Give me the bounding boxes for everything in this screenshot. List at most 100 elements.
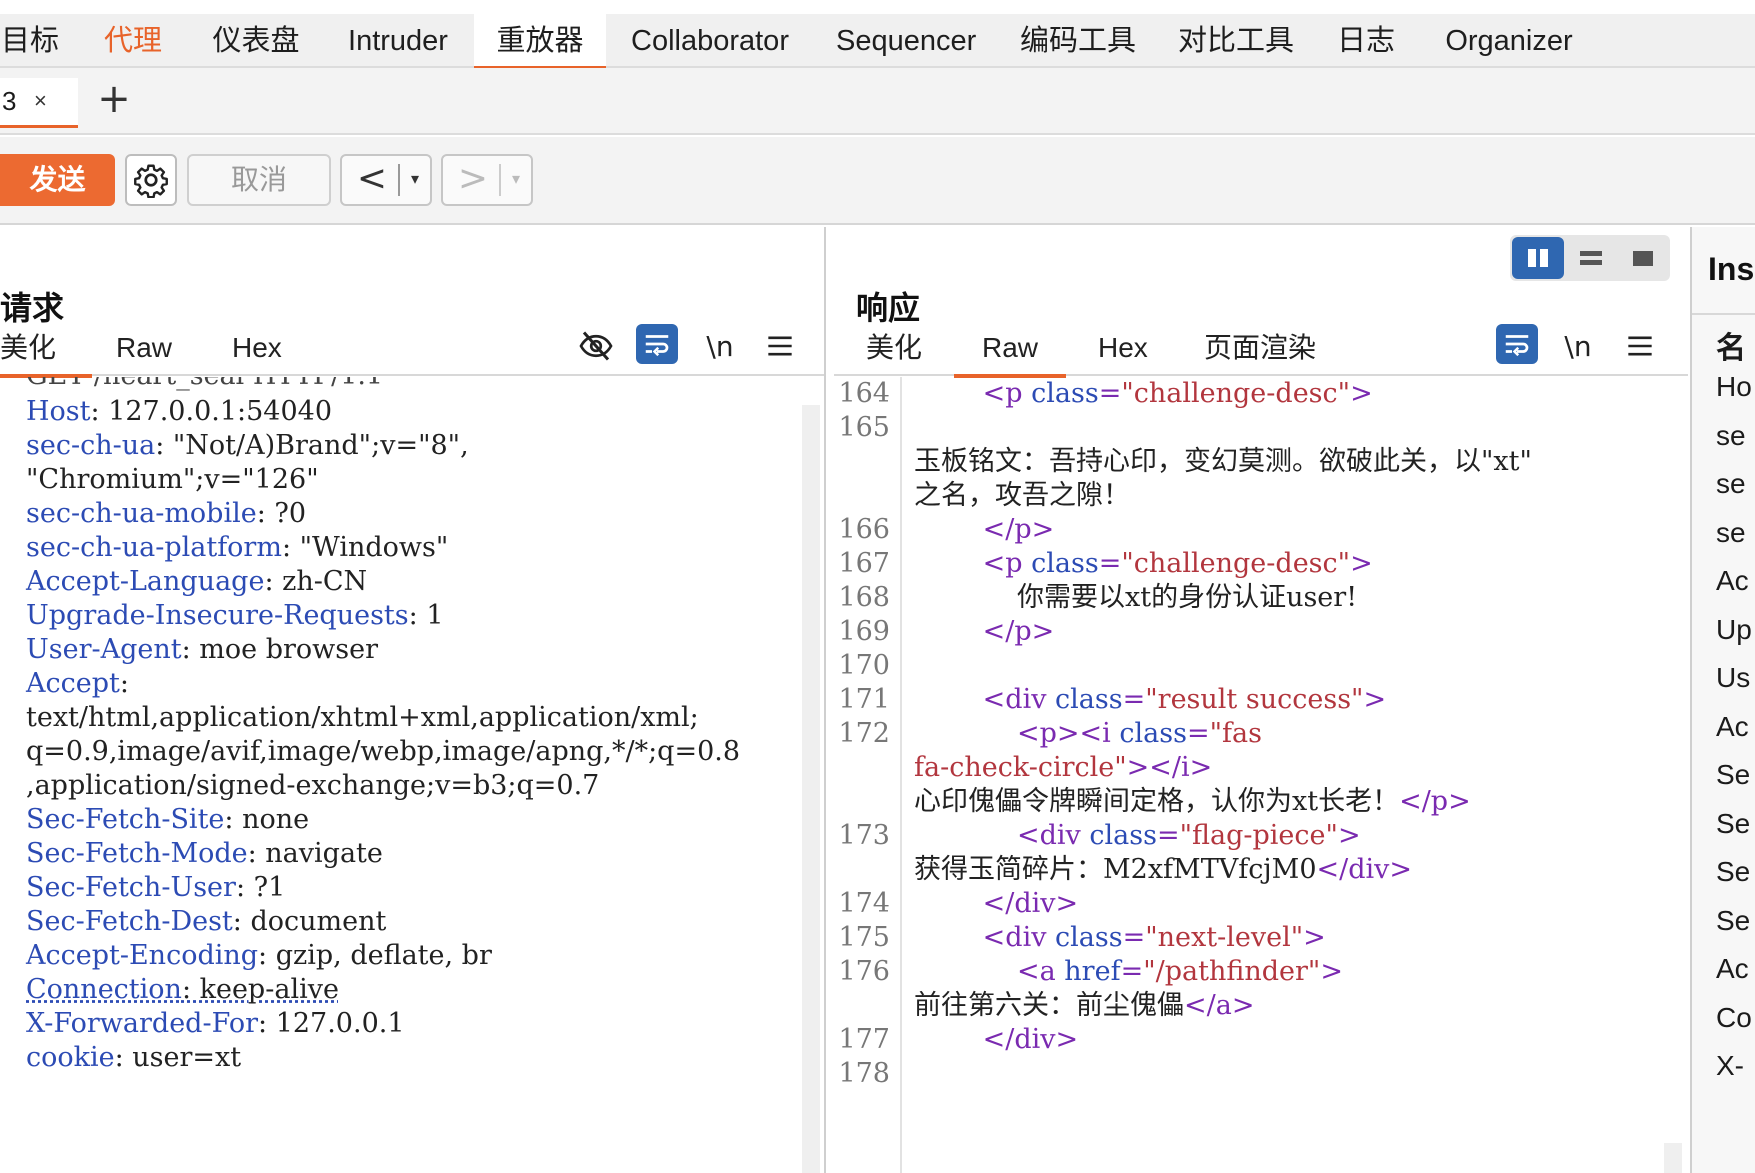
markup-token: <div xyxy=(914,820,1090,851)
request-editor[interactable]: GET /heart_seal HTTP/1.1 Host: 127.0.0.1… xyxy=(0,377,800,1173)
layout-split-icon[interactable] xyxy=(1512,237,1564,279)
repeater-tab-3[interactable]: 3 × xyxy=(0,78,78,128)
add-tab-icon[interactable]: + xyxy=(96,79,132,120)
request-header-line: sec-ch-ua-mobile: ?0 xyxy=(26,497,306,531)
tab-raw[interactable]: Raw xyxy=(953,322,1067,378)
wrap-icon[interactable] xyxy=(636,324,678,364)
line-content: <div class="flag-piece"> xyxy=(914,819,1361,853)
markup-token: > xyxy=(1320,956,1343,987)
request-header-line: Sec-Fetch-User: ?1 xyxy=(26,871,285,905)
layout-rows-icon[interactable] xyxy=(1566,237,1616,279)
line-number: 170 xyxy=(838,650,890,681)
newline-toggle[interactable]: \n xyxy=(1558,326,1598,366)
response-scrollbar[interactable] xyxy=(1664,1143,1682,1173)
menu-icon[interactable] xyxy=(760,326,800,366)
tab-collaborator[interactable]: Collaborator xyxy=(630,14,790,68)
line-content: <p class="challenge-desc"> xyxy=(914,377,1373,411)
line-number: 177 xyxy=(838,1024,890,1055)
line-content: </p> xyxy=(914,615,1055,649)
eye-off-icon[interactable] xyxy=(576,326,616,366)
chevron-down-icon[interactable]: ▾ xyxy=(505,156,527,204)
markup-token: <a xyxy=(914,956,1065,987)
header-name: sec-ch-ua-platform xyxy=(26,532,282,563)
markup-token: "result success" xyxy=(1145,684,1364,715)
inspector-column-header: 名 xyxy=(1716,332,1746,365)
chevron-left-icon: < xyxy=(356,158,388,199)
response-line: 166 </p> xyxy=(834,513,1664,547)
line-content: </div> xyxy=(914,887,1079,921)
tab-comparer[interactable]: 对比工具 xyxy=(1178,14,1294,68)
tab-raw[interactable]: Raw xyxy=(116,322,172,376)
inspector-item[interactable]: Se xyxy=(1716,856,1750,888)
tab-sequencer[interactable]: Sequencer xyxy=(836,14,976,68)
header-value: : "Windows" xyxy=(281,532,449,563)
header-value: : moe browser xyxy=(181,634,379,665)
tab-logger[interactable]: 日志 xyxy=(1336,14,1396,68)
divider xyxy=(398,164,400,196)
text-token: 你需要以xt的身份认证user! xyxy=(914,582,1358,613)
inspector-item[interactable]: Ac xyxy=(1716,953,1749,985)
newline-toggle[interactable]: \n xyxy=(700,326,740,366)
chevron-down-icon[interactable]: ▾ xyxy=(404,156,426,204)
markup-token: class xyxy=(1055,922,1123,953)
menu-icon[interactable] xyxy=(1620,326,1660,366)
tab-target[interactable]: 目标 xyxy=(0,14,60,68)
tab-hex[interactable]: Hex xyxy=(1098,322,1148,376)
response-line: 173 <div class="flag-piece"> xyxy=(834,819,1664,853)
inspector-item[interactable]: Se xyxy=(1716,905,1750,937)
request-header-line: sec-ch-ua: "Not/A)Brand";v="8", xyxy=(26,429,469,463)
wrap-icon[interactable] xyxy=(1496,324,1538,364)
tab-intruder[interactable]: Intruder xyxy=(346,14,450,68)
tab-organizer[interactable]: Organizer xyxy=(1444,14,1574,68)
inspector-item[interactable]: X- xyxy=(1716,1050,1744,1082)
header-value: q=0.9,image/avif,image/webp,image/apng,*… xyxy=(26,736,741,767)
inspector-item[interactable]: se xyxy=(1716,468,1746,500)
inspector-item[interactable]: se xyxy=(1716,420,1746,452)
markup-token: class xyxy=(1031,548,1099,579)
inspector-item[interactable]: Se xyxy=(1716,759,1750,791)
close-icon[interactable]: × xyxy=(34,78,47,124)
request-header-line: "Chromium";v="126" xyxy=(26,463,319,497)
response-editor[interactable]: 164 <p class="challenge-desc"> 165 玉板铭文：吾持… xyxy=(834,377,1664,1173)
request-scrollbar[interactable] xyxy=(802,405,820,1173)
tab-dashboard[interactable]: 仪表盘 xyxy=(210,14,302,68)
layout-single-icon[interactable] xyxy=(1618,237,1668,279)
tab-hex[interactable]: Hex xyxy=(232,322,282,376)
back-button[interactable]: < ▾ xyxy=(340,154,432,206)
inspector-item[interactable]: Ac xyxy=(1716,565,1749,597)
inspector-item[interactable]: Ac xyxy=(1716,711,1749,743)
request-header-line: sec-ch-ua-platform: "Windows" xyxy=(26,531,448,565)
tab-pretty[interactable]: 美化 xyxy=(0,322,93,378)
inspector-item[interactable]: Co xyxy=(1716,1002,1752,1034)
inspector-item[interactable]: se xyxy=(1716,517,1746,549)
header-value: : xyxy=(119,668,129,699)
settings-button[interactable] xyxy=(125,154,177,206)
markup-token: ></i> xyxy=(1126,752,1213,783)
markup-token: href xyxy=(1064,956,1121,987)
tab-repeater[interactable]: 重放器 xyxy=(474,14,606,70)
tab-proxy[interactable]: 代理 xyxy=(102,14,164,68)
inspector-item[interactable]: Us xyxy=(1716,662,1750,694)
request-panel: 请求 美化 Raw Hex \n GET /heart_seal HTTP/1.… xyxy=(0,227,826,1173)
request-header-line: Connection: keep-alive xyxy=(26,973,339,1007)
forward-button[interactable]: > ▾ xyxy=(441,154,533,206)
markup-token: "challenge-desc" xyxy=(1121,548,1351,579)
inspector-item[interactable]: Up xyxy=(1716,614,1752,646)
tab-render[interactable]: 页面渲染 xyxy=(1204,322,1316,376)
markup-token: <p xyxy=(914,378,1032,409)
line-number: 174 xyxy=(838,888,890,919)
markup-token: "next-level" xyxy=(1145,922,1304,953)
markup-token: <p><i xyxy=(914,718,1120,749)
request-header-line: Upgrade-Insecure-Requests: 1 xyxy=(26,599,444,633)
send-button[interactable]: 发送 xyxy=(0,154,115,206)
request-header-line: ,application/signed-exchange;v=b3;q=0.7 xyxy=(26,769,599,803)
text-token: 之名，攻吾之隙！ xyxy=(914,480,1130,511)
tab-decoder[interactable]: 编码工具 xyxy=(1020,14,1136,68)
inspector-item[interactable]: Se xyxy=(1716,808,1750,840)
header-name: Connection xyxy=(26,974,182,1005)
line-number: 166 xyxy=(838,514,890,545)
tab-pretty[interactable]: 美化 xyxy=(866,322,922,376)
cancel-button[interactable]: 取消 xyxy=(187,154,331,206)
inspector-item[interactable]: Ho xyxy=(1716,371,1752,403)
markup-token: <p xyxy=(914,548,1032,579)
